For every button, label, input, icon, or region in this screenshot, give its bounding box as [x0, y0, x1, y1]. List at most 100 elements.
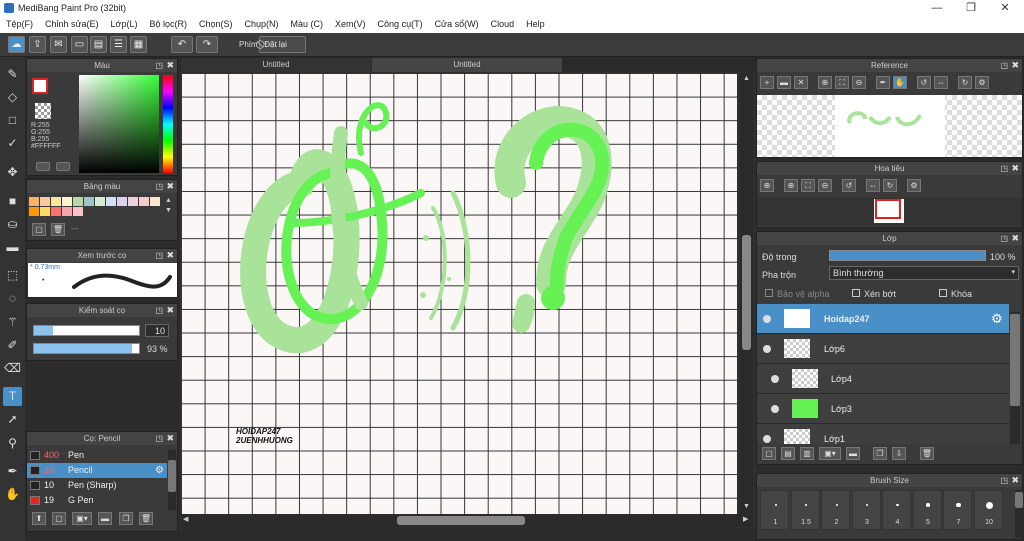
rect-tool-icon[interactable]: ■	[3, 192, 22, 211]
palette-swatch[interactable]	[40, 197, 50, 206]
ref-open-icon[interactable]: ▬	[777, 76, 791, 89]
palette-swatch[interactable]	[150, 197, 160, 206]
protect-alpha-checkbox[interactable]	[765, 289, 773, 297]
minimize-button[interactable]: —	[920, 0, 954, 17]
drawing-canvas[interactable]: HOIDAP247 2UENHHUONG	[181, 73, 737, 514]
brush-add-icon[interactable]: ⬆	[32, 512, 46, 525]
layer-folder-icon[interactable]: ▬	[846, 447, 860, 460]
nav-rotate-left-icon[interactable]: ↺	[842, 179, 856, 192]
navigator-viewport-frame[interactable]	[875, 199, 901, 219]
palette-swatch[interactable]	[51, 207, 61, 216]
hand-tool-icon[interactable]: ✋	[3, 485, 22, 504]
list-icon[interactable]: ☰	[110, 36, 127, 53]
undock-icon[interactable]: ◳	[155, 304, 163, 317]
menu-filter[interactable]: Bộ lọc(R)	[143, 17, 193, 29]
close-panel-icon[interactable]: ✖	[166, 432, 174, 445]
layer-duplicate-icon[interactable]: ❐	[873, 447, 887, 460]
layer-delete-icon[interactable]: 🗑	[920, 447, 934, 460]
primary-color-swatch[interactable]	[32, 78, 48, 94]
brush-folder-icon[interactable]: ▬	[98, 512, 112, 525]
undock-icon[interactable]: ◳	[155, 249, 163, 262]
close-panel-icon[interactable]: ✖	[166, 59, 174, 72]
brush-size-scroll-thumb[interactable]	[1015, 492, 1023, 508]
brush-tool-icon[interactable]: ✎	[3, 65, 22, 84]
brush-size-preset[interactable]: 1.5	[790, 490, 820, 530]
close-panel-icon[interactable]: ✖	[1011, 162, 1019, 175]
palette-swatch[interactable]	[139, 197, 149, 206]
menu-view[interactable]: Xem(V)	[329, 17, 372, 29]
brush-size-preset[interactable]: 5	[912, 490, 942, 530]
layer-row-lop3[interactable]: Lớp3	[757, 394, 1009, 424]
transparent-swatch[interactable]	[35, 103, 51, 119]
dropper-icon[interactable]: ✒	[3, 462, 22, 481]
brush-size-value[interactable]: 10	[145, 324, 169, 337]
add-color-icon[interactable]: ▢	[32, 223, 46, 236]
menu-edit[interactable]: Chỉnh sửa(E)	[39, 17, 105, 29]
palette-scroll-down-icon[interactable]: ▼	[165, 207, 172, 214]
ref-close-icon[interactable]: ✕	[794, 76, 808, 89]
brush-row[interactable]: 10 Pen (Sharp)	[27, 478, 167, 493]
undock-icon[interactable]: ◳	[1000, 232, 1008, 245]
layer-merge-icon[interactable]: ⇩	[892, 447, 906, 460]
menu-capture[interactable]: Chụp(N)	[239, 17, 285, 29]
gradient-tool-icon[interactable]: ▬	[3, 238, 22, 257]
eraser-tool-icon[interactable]: ◇	[3, 88, 22, 107]
tab-untitled-1[interactable]: Untitled	[181, 58, 371, 72]
palette-swatch[interactable]	[117, 197, 127, 206]
undock-icon[interactable]: ◳	[1000, 59, 1008, 72]
palette-swatch[interactable]	[95, 197, 105, 206]
menu-cloud[interactable]: Cloud	[485, 17, 521, 29]
horizontal-scroll-thumb[interactable]	[397, 516, 525, 525]
palette-scroll-up-icon[interactable]: ▲	[165, 197, 172, 204]
palette-swatch[interactable]	[51, 197, 61, 206]
redo-icon[interactable]: ↷	[196, 36, 218, 53]
nav-zoom-icon[interactable]: ⊕	[760, 179, 774, 192]
brush-list-scrollbar[interactable]	[168, 450, 176, 510]
layer-settings-gear-icon[interactable]: ⚙	[991, 311, 1003, 327]
brush-size-scrollbar[interactable]	[1015, 490, 1023, 538]
canvas-vertical-scrollbar[interactable]: ▲ ▼	[740, 73, 753, 514]
ref-fit-icon[interactable]: ⛶	[835, 76, 849, 89]
ref-rotate-right-icon[interactable]: ↻	[958, 76, 972, 89]
select-rect-icon[interactable]: ⬚	[3, 266, 22, 285]
scroll-up-icon[interactable]: ▲	[743, 75, 750, 82]
blend-mode-select[interactable]: Bình thường ▾	[829, 266, 1019, 280]
vertical-scroll-thumb[interactable]	[742, 235, 751, 350]
brush-size-preset[interactable]: 10	[973, 490, 1003, 530]
grid-icon[interactable]: ▦	[130, 36, 147, 53]
reset-button[interactable]: ⃠ Đặt lại	[259, 36, 306, 53]
ref-zoom-in-icon[interactable]: ⊕	[818, 76, 832, 89]
close-button[interactable]: ✕	[988, 0, 1022, 17]
palette-swatch[interactable]	[128, 197, 138, 206]
close-panel-icon[interactable]: ✖	[1011, 59, 1019, 72]
brush-settings-gear-icon[interactable]: ⚙	[155, 463, 164, 478]
layer-new-halftone-icon[interactable]: ▤	[781, 447, 795, 460]
menu-layer[interactable]: Lớp(L)	[105, 17, 144, 29]
layer-new-8bit-icon[interactable]: ▥	[800, 447, 814, 460]
line-tool-icon[interactable]: ✓	[3, 134, 22, 153]
menu-window[interactable]: Cửa sổ(W)	[429, 17, 485, 29]
nav-settings-icon[interactable]: ⚙	[907, 179, 921, 192]
fill-tool-icon[interactable]: ⛀	[3, 215, 22, 234]
brush-size-slider[interactable]	[33, 325, 140, 336]
undock-icon[interactable]: ◳	[1000, 474, 1008, 487]
ref-eyedropper-icon[interactable]: ✒	[876, 76, 890, 89]
brush-opacity-slider[interactable]	[33, 343, 140, 354]
move-tool-icon[interactable]: ✥	[3, 163, 22, 182]
close-panel-icon[interactable]: ✖	[166, 249, 174, 262]
menu-help[interactable]: Help	[520, 17, 551, 29]
brush-row[interactable]: 10 Pencil ⚙	[27, 463, 167, 478]
palette-swatch[interactable]	[62, 207, 72, 216]
select-eraser-icon[interactable]: ⌫	[3, 359, 22, 378]
close-panel-icon[interactable]: ✖	[1011, 474, 1019, 487]
layer-row-lop6[interactable]: Lớp6	[757, 334, 1009, 364]
document-icon[interactable]: ▤	[90, 36, 107, 53]
palette-swatch[interactable]	[106, 197, 116, 206]
palette-swatch[interactable]	[73, 207, 83, 216]
layer-scroll-thumb[interactable]	[1010, 314, 1020, 406]
layer-visibility-icon[interactable]	[763, 345, 771, 353]
delete-color-icon[interactable]: 🗑	[51, 223, 65, 236]
ref-zoom-out-icon[interactable]: ⊖	[852, 76, 866, 89]
layer-new-icon[interactable]: ▢	[762, 447, 776, 460]
nav-zoom-out-icon[interactable]: ⊖	[818, 179, 832, 192]
